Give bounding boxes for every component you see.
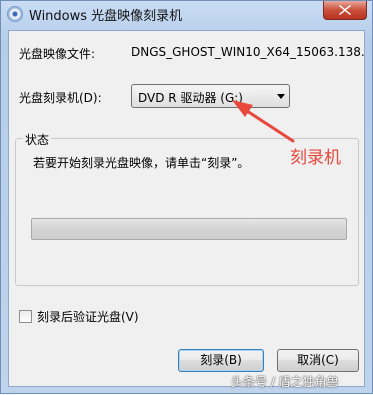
watermark: 头条号 / 盾之独角兽: [231, 375, 339, 389]
title-bar[interactable]: Windows 光盘映像刻录机: [1, 1, 372, 27]
status-message: 若要开始刻录光盘映像，请单击“刻录”。: [33, 156, 250, 170]
dialog-window: Windows 光盘映像刻录机 光盘映像文件: DNGS_GHOST_WIN10…: [0, 0, 373, 394]
verify-checkbox[interactable]: [19, 310, 32, 323]
status-group-title: 状态: [23, 131, 52, 148]
burn-progress-bar: [31, 218, 347, 240]
annotation-label: 刻录机: [290, 148, 341, 168]
burner-selected-value: DVD R 驱动器 (G:): [138, 91, 243, 105]
image-file-label: 光盘映像文件:: [19, 47, 96, 61]
close-icon: [339, 5, 351, 15]
close-button[interactable]: [323, 1, 367, 20]
cancel-button[interactable]: 取消(C): [277, 349, 359, 372]
dialog-body: 光盘映像文件: DNGS_GHOST_WIN10_X64_15063.138.i…: [8, 30, 365, 387]
verify-label[interactable]: 刻录后验证光盘(V): [37, 308, 139, 325]
dropdown-arrow-icon: [277, 94, 285, 99]
burner-dropdown[interactable]: DVD R 驱动器 (G:): [131, 84, 290, 108]
burner-label: 光盘刻录机(D):: [19, 91, 102, 105]
disc-icon: [7, 6, 23, 22]
image-file-value: DNGS_GHOST_WIN10_X64_15063.138.iso: [131, 45, 365, 59]
window-title: Windows 光盘映像刻录机: [29, 9, 183, 24]
burn-button[interactable]: 刻录(B): [178, 349, 264, 372]
